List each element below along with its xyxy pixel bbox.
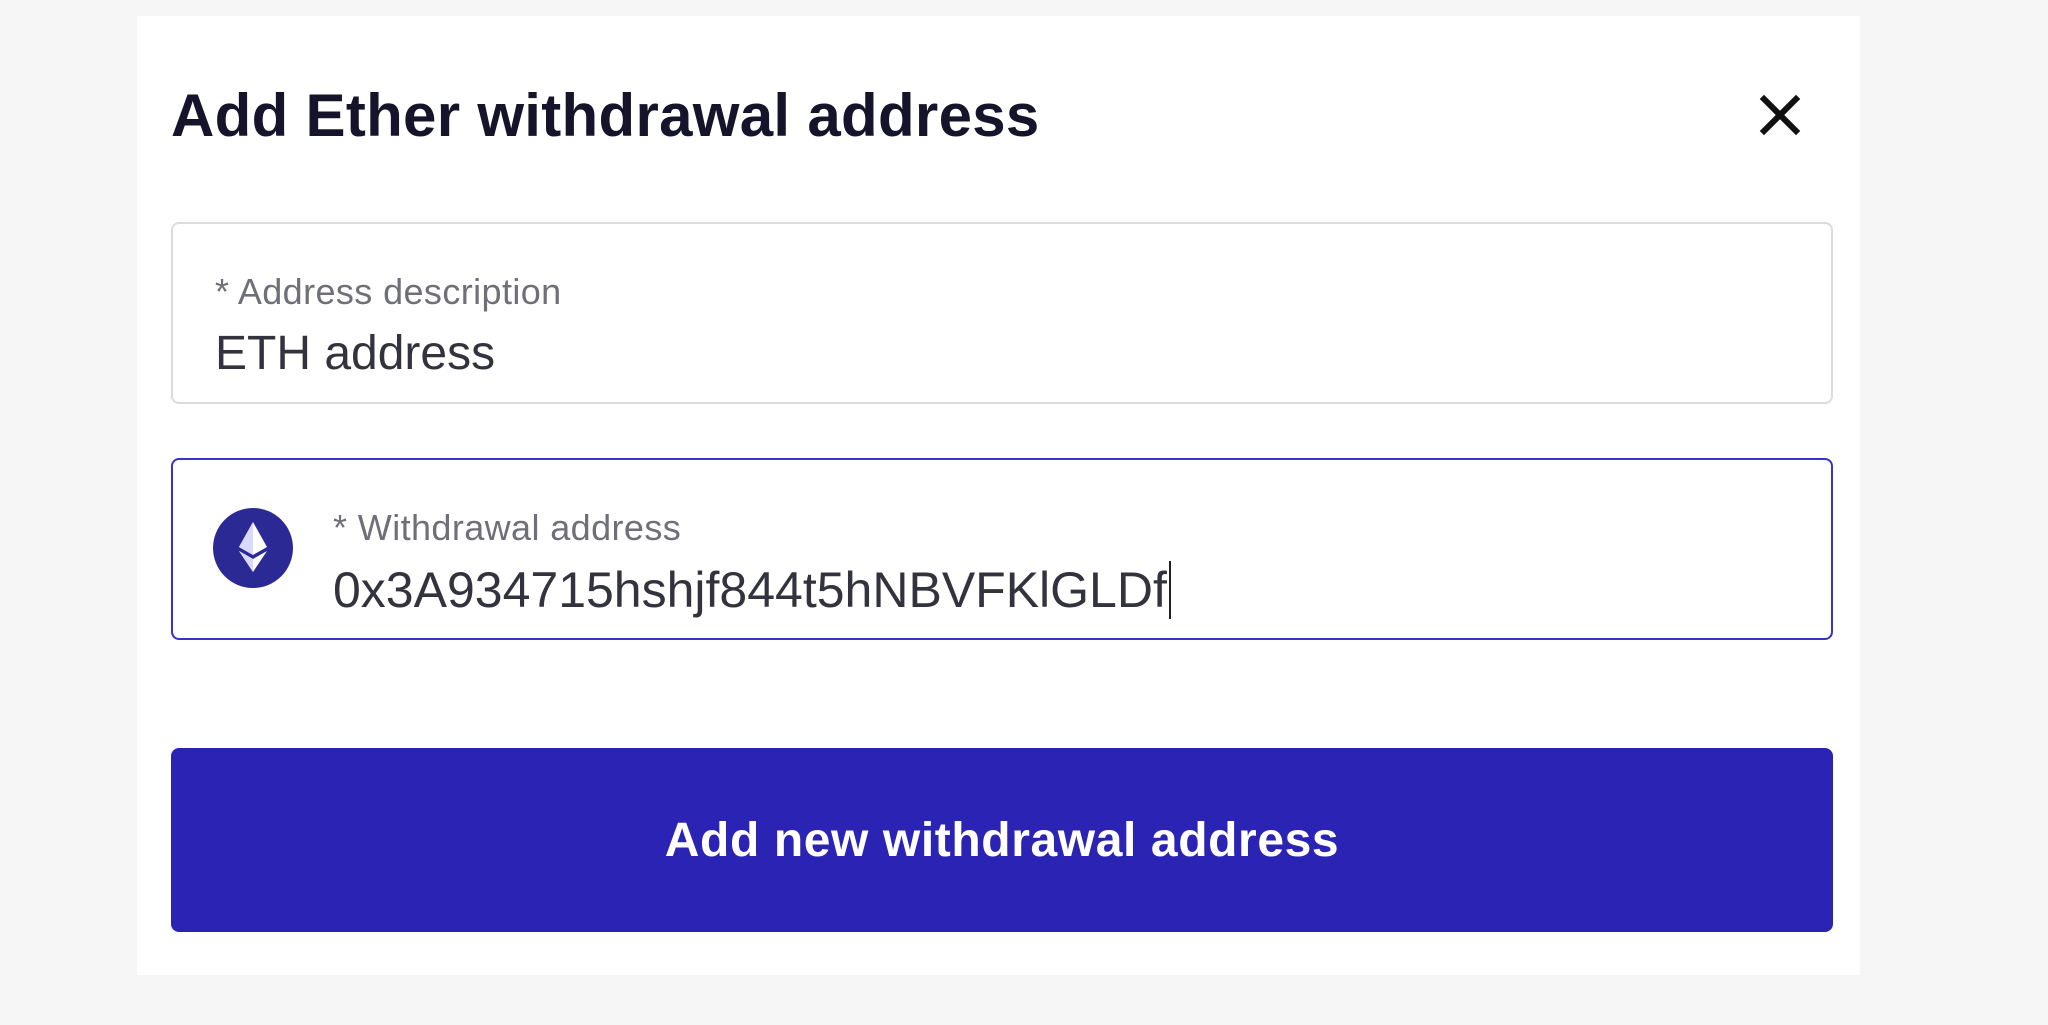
withdrawal-address-input[interactable]: 0x3A934715hshjf844t5hNBVFKlGLDf bbox=[333, 560, 1171, 620]
dialog-title: Add Ether withdrawal address bbox=[171, 82, 1040, 149]
ethereum-icon bbox=[213, 508, 293, 588]
close-icon[interactable] bbox=[1755, 90, 1805, 140]
address-description-label: * Address description bbox=[215, 271, 562, 312]
address-description-input[interactable] bbox=[215, 326, 1775, 382]
add-withdrawal-address-dialog: Add Ether withdrawal address * Address d… bbox=[137, 16, 1860, 975]
address-description-field[interactable]: * Address description bbox=[171, 222, 1833, 404]
withdrawal-address-field[interactable]: * Withdrawal address 0x3A934715hshjf844t… bbox=[171, 458, 1833, 640]
withdrawal-address-label: * Withdrawal address bbox=[333, 507, 682, 548]
text-cursor bbox=[1168, 561, 1171, 619]
withdrawal-address-value: 0x3A934715hshjf844t5hNBVFKlGLDf bbox=[333, 562, 1167, 618]
add-new-withdrawal-address-button[interactable]: Add new withdrawal address bbox=[171, 748, 1833, 932]
